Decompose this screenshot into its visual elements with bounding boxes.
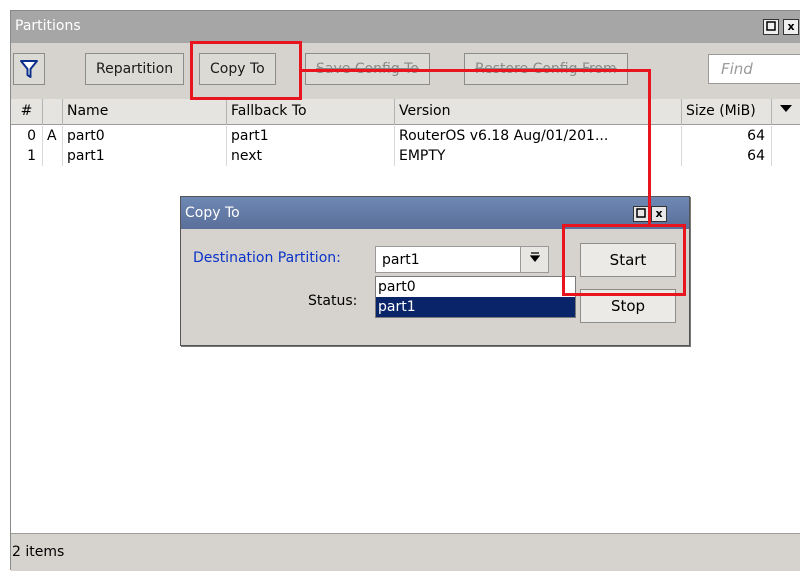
destination-partition-select[interactable]: part1 <box>375 246 549 273</box>
window-title: Partitions <box>15 18 81 34</box>
annotation-connector <box>302 69 651 72</box>
cell-version: EMPTY <box>395 146 682 166</box>
cell-fallback: part1 <box>227 126 395 146</box>
col-version[interactable]: Version <box>395 99 682 125</box>
restore-icon[interactable] <box>763 19 779 35</box>
option-part1[interactable]: part1 <box>376 297 575 317</box>
cell-flag <box>43 146 63 166</box>
cell-flag: A <box>43 126 63 146</box>
status-bar: 2 items <box>11 533 800 571</box>
annotation-connector <box>648 69 651 226</box>
partition-dropdown-list: part0 part1 <box>375 276 576 318</box>
destination-value: part1 <box>382 252 420 268</box>
table-header: # Name Fallback To Version Size (MiB) <box>11 99 800 125</box>
status-label: Status: <box>308 293 358 309</box>
col-size[interactable]: Size (MiB) <box>682 99 772 125</box>
cell-name: part0 <box>63 126 227 146</box>
window-titlebar[interactable]: Partitions x <box>11 11 800 43</box>
dropdown-arrow-icon[interactable] <box>520 247 548 272</box>
cell-size: 64 <box>682 126 772 146</box>
cell-num: 0 <box>11 126 43 146</box>
dialog-close-icon[interactable]: x <box>651 206 667 222</box>
dialog-title: Copy To <box>185 205 240 221</box>
cell-size: 64 <box>682 146 772 166</box>
dialog-restore-icon[interactable] <box>633 206 649 222</box>
col-name[interactable]: Name <box>63 99 227 125</box>
items-count: 2 items <box>12 544 65 560</box>
close-icon[interactable]: x <box>783 19 799 35</box>
table-row[interactable]: 0 A part0 part1 RouterOS v6.18 Aug/01/20… <box>11 126 800 146</box>
filter-icon <box>20 60 38 78</box>
filter-button[interactable] <box>13 53 45 85</box>
cell-name: part1 <box>63 146 227 166</box>
cell-num: 1 <box>11 146 43 166</box>
start-highlight <box>562 224 686 296</box>
col-num[interactable]: # <box>11 99 43 125</box>
cell-fallback: next <box>227 146 395 166</box>
table-row[interactable]: 1 part1 next EMPTY 64 <box>11 146 800 166</box>
column-menu-icon[interactable] <box>772 99 800 125</box>
col-fallback[interactable]: Fallback To <box>227 99 395 125</box>
col-flag[interactable] <box>43 99 63 125</box>
repartition-button[interactable]: Repartition <box>85 53 185 85</box>
find-input[interactable]: Find <box>708 54 800 84</box>
copy-to-highlight <box>190 41 302 100</box>
option-part0[interactable]: part0 <box>376 277 575 297</box>
cell-version: RouterOS v6.18 Aug/01/201... <box>395 126 682 146</box>
destination-partition-label: Destination Partition: <box>193 250 341 266</box>
